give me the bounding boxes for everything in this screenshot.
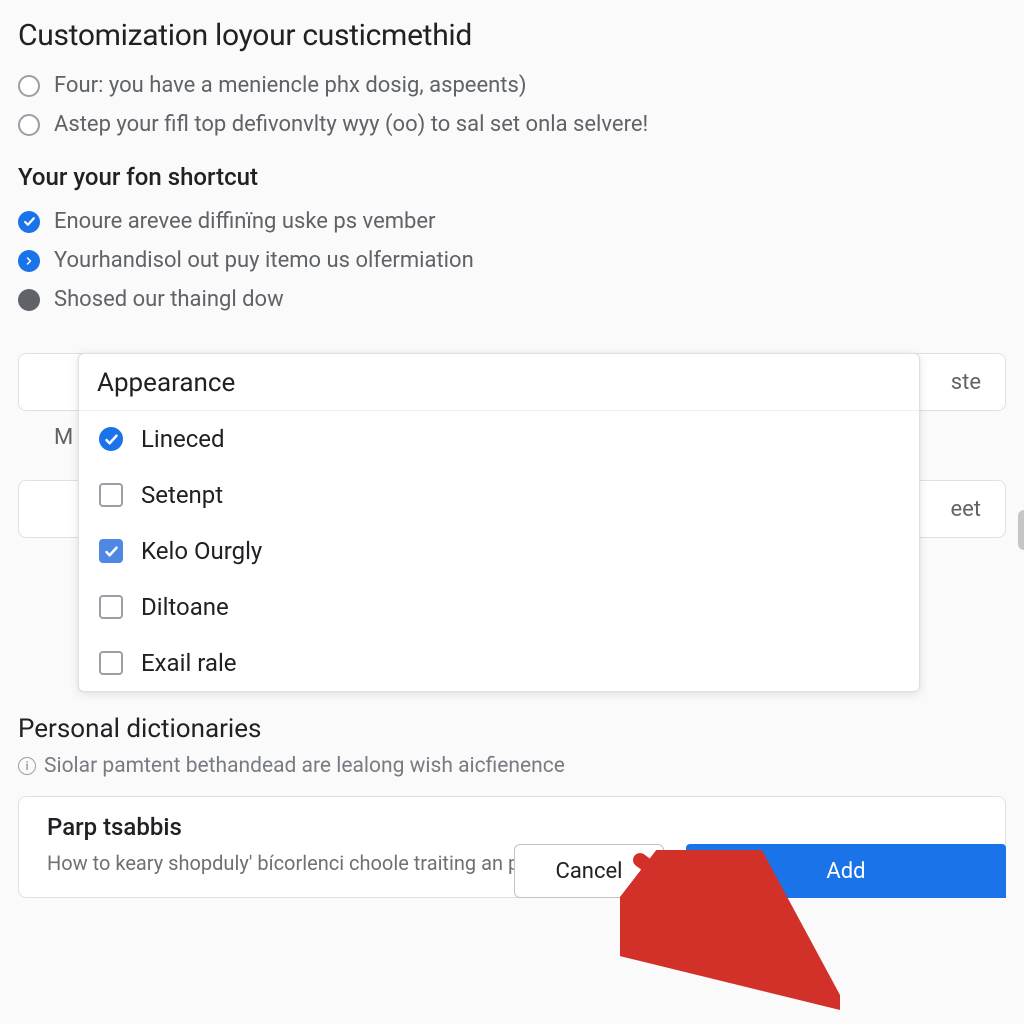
arrow-circle-icon — [18, 250, 40, 272]
shortcut-item-2[interactable]: Yourhandisol out puy itemo us olfermiati… — [18, 248, 1006, 273]
shortcut-item-label: Enoure arevee diffinïng uske ps vember — [54, 209, 436, 234]
appearance-dropdown[interactable]: Appearance Lineced Setenpt Kelo Ourgly D… — [78, 353, 920, 692]
scrollbar-thumb[interactable] — [1018, 510, 1024, 550]
dropdown-option-label: Diltoane — [141, 593, 229, 621]
checkbox-icon — [99, 427, 123, 451]
field-trailing-text: ste — [951, 370, 981, 395]
dropdown-option-lineced[interactable]: Lineced — [79, 411, 919, 467]
shortcut-item-1[interactable]: Enoure arevee diffinïng uske ps vember — [18, 209, 1006, 234]
shortcut-item-3[interactable]: Shosed our thaingl dow — [18, 287, 1006, 312]
checkbox-icon — [99, 651, 123, 675]
personal-dictionaries-subtitle: i Siolar pamtent bethandead are lealong … — [18, 754, 1006, 778]
field-trailing-text: eet — [950, 497, 981, 522]
shortcut-item-label: Yourhandisol out puy itemo us olfermiati… — [54, 248, 474, 273]
radio-option-1[interactable]: Four: you have a meniencle phx dosig, as… — [18, 73, 1006, 98]
radio-label: Astep your fifl top defivonvlty wyy (oo)… — [54, 112, 648, 137]
shortcut-heading: Your your fon shortcut — [18, 163, 1006, 191]
radio-icon — [18, 75, 40, 97]
radio-icon — [18, 114, 40, 136]
checkbox-icon — [99, 483, 123, 507]
dropdown-option-diltoane[interactable]: Diltoane — [79, 579, 919, 635]
subtitle-text: Siolar pamtent bethandead are lealong wi… — [44, 754, 565, 778]
add-button[interactable]: Add — [686, 844, 1006, 898]
info-icon: i — [18, 757, 36, 775]
dropdown-option-label: Kelo Ourgly — [141, 537, 262, 565]
cancel-button[interactable]: Cancel — [514, 844, 664, 898]
dropdown-option-setenpt[interactable]: Setenpt — [79, 467, 919, 523]
customization-heading: Customization loyour custicmethid — [18, 18, 1006, 53]
personal-dictionaries-heading: Personal dictionaries — [18, 714, 1006, 744]
dropdown-header: Appearance — [79, 354, 919, 411]
check-circle-icon — [18, 211, 40, 233]
dropdown-option-label: Setenpt — [141, 481, 223, 509]
dropdown-option-exail[interactable]: Exail rale — [79, 635, 919, 691]
dropdown-option-label: Exail rale — [141, 649, 237, 677]
checkbox-icon — [99, 539, 123, 563]
radio-label: Four: you have a meniencle phx dosig, as… — [54, 73, 526, 98]
dropdown-option-label: Lineced — [141, 425, 225, 453]
radio-option-2[interactable]: Astep your fifl top defivonvlty wyy (oo)… — [18, 112, 1006, 137]
shortcut-item-label: Shosed our thaingl dow — [54, 287, 284, 312]
truncated-label: M — [54, 425, 73, 450]
checkbox-icon — [99, 595, 123, 619]
dropdown-option-kelo[interactable]: Kelo Ourgly — [79, 523, 919, 579]
dialog-button-row: Cancel Add — [18, 834, 1006, 900]
dot-icon — [18, 289, 40, 311]
